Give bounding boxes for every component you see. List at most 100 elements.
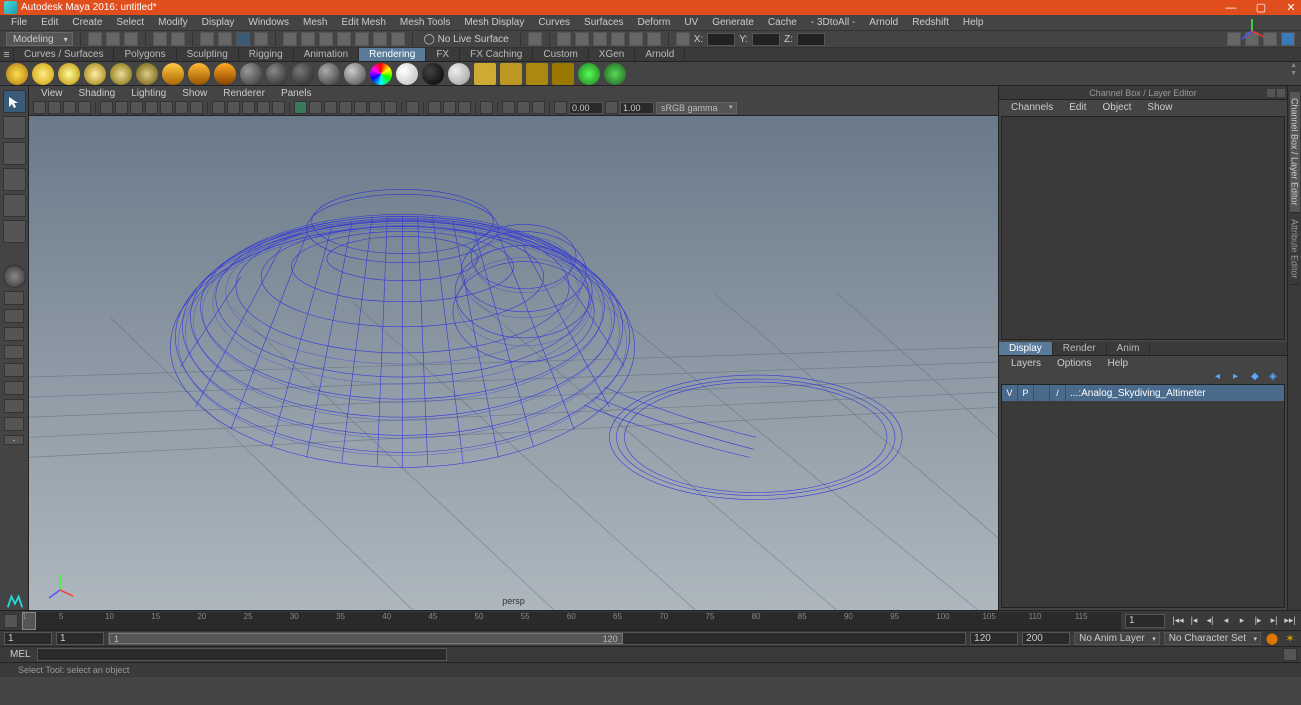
x-field[interactable] bbox=[707, 33, 735, 46]
menu-uv[interactable]: UV bbox=[677, 17, 705, 28]
prefs-icon[interactable]: ✶ bbox=[1283, 632, 1297, 646]
render-view-icon[interactable] bbox=[629, 32, 643, 46]
menu-edit-mesh[interactable]: Edit Mesh bbox=[334, 17, 392, 28]
menu-file[interactable]: File bbox=[4, 17, 34, 28]
shelf-tab-animation[interactable]: Animation bbox=[294, 48, 359, 61]
panel-dock-icon[interactable] bbox=[1267, 89, 1275, 97]
maximize-button[interactable]: ▢ bbox=[1255, 2, 1267, 14]
vp-joint-icon[interactable] bbox=[339, 101, 352, 114]
layer-name[interactable]: ...:Analog_Skydiving_Altimeter bbox=[1066, 388, 1284, 399]
rotate-tool[interactable] bbox=[3, 194, 26, 217]
menu-curves[interactable]: Curves bbox=[531, 17, 577, 28]
go-end-button[interactable]: ▸▸| bbox=[1283, 614, 1297, 628]
layer-menu-options[interactable]: Options bbox=[1049, 358, 1099, 369]
save-scene-icon[interactable] bbox=[124, 32, 138, 46]
menu--3dtoall-[interactable]: - 3DtoAll - bbox=[804, 17, 862, 28]
last-tool[interactable] bbox=[3, 265, 26, 288]
layer-menu-layers[interactable]: Layers bbox=[1003, 358, 1049, 369]
range-thumb[interactable]: 1 120 bbox=[109, 633, 623, 644]
shader-phong-icon[interactable] bbox=[318, 63, 340, 85]
layout-two-h-icon[interactable] bbox=[4, 327, 24, 341]
render-3-icon[interactable] bbox=[214, 63, 236, 85]
shelf-scroll[interactable]: ▲▼ bbox=[1290, 62, 1297, 78]
vp-menu-shading[interactable]: Shading bbox=[71, 88, 124, 99]
ambient-light-icon[interactable] bbox=[6, 63, 28, 85]
layer-menu-help[interactable]: Help bbox=[1099, 358, 1136, 369]
shelf-tab-arnold[interactable]: Arnold bbox=[635, 48, 685, 61]
sidebar-toggle-4-icon[interactable] bbox=[1281, 32, 1295, 46]
step-forward-key-button[interactable]: ▸| bbox=[1267, 614, 1281, 628]
vp-gamma-field[interactable] bbox=[620, 102, 654, 114]
menu-select[interactable]: Select bbox=[109, 17, 151, 28]
vp-isolate-icon[interactable] bbox=[294, 101, 307, 114]
layer-tab-render[interactable]: Render bbox=[1053, 342, 1107, 355]
scale-tool[interactable] bbox=[3, 220, 26, 243]
layout-three-icon[interactable] bbox=[4, 363, 24, 377]
layer-tab-anim[interactable]: Anim bbox=[1107, 342, 1151, 355]
vp-exposure-field[interactable] bbox=[569, 102, 603, 114]
vp-textured-icon[interactable] bbox=[242, 101, 255, 114]
side-tab-channelbox[interactable]: Channel Box / Layer Editor bbox=[1290, 92, 1300, 213]
spot-light-icon[interactable] bbox=[84, 63, 106, 85]
render-1-icon[interactable] bbox=[162, 63, 184, 85]
undo-icon[interactable] bbox=[153, 32, 167, 46]
vp-aa-icon[interactable] bbox=[384, 101, 397, 114]
vp-grid-icon[interactable] bbox=[130, 101, 143, 114]
viewport-3d[interactable]: persp bbox=[29, 116, 998, 610]
batch-render-icon[interactable] bbox=[474, 63, 496, 85]
vp-colorspace-dropdown[interactable]: sRGB gamma bbox=[656, 102, 737, 114]
menu-cache[interactable]: Cache bbox=[761, 17, 804, 28]
shader-gray-icon[interactable] bbox=[448, 63, 470, 85]
vp-menu-lighting[interactable]: Lighting bbox=[123, 88, 174, 99]
layout-single-icon[interactable] bbox=[4, 291, 24, 305]
vp-cam-icon[interactable] bbox=[443, 101, 456, 114]
vp-film-gate-icon[interactable] bbox=[145, 101, 158, 114]
menu-windows[interactable]: Windows bbox=[241, 17, 296, 28]
shader-ramp-icon[interactable] bbox=[370, 63, 392, 85]
layer-list[interactable]: V P / ...:Analog_Skydiving_Altimeter bbox=[1001, 384, 1285, 608]
menu-deform[interactable]: Deform bbox=[631, 17, 678, 28]
anim-layer-dropdown[interactable]: No Anim Layer bbox=[1074, 632, 1160, 645]
volume-light-icon[interactable] bbox=[136, 63, 158, 85]
channel-menu-edit[interactable]: Edit bbox=[1061, 102, 1094, 113]
range-start-outer[interactable]: 1 bbox=[4, 632, 52, 645]
timeline-audio-icon[interactable] bbox=[4, 614, 18, 628]
menu-display[interactable]: Display bbox=[195, 17, 242, 28]
range-start-inner[interactable]: 1 bbox=[56, 632, 104, 645]
layer-type-cell[interactable] bbox=[1034, 385, 1050, 401]
shader-black-icon[interactable] bbox=[422, 63, 444, 85]
vp-menu-view[interactable]: View bbox=[33, 88, 71, 99]
layer-row[interactable]: V P / ...:Analog_Skydiving_Altimeter bbox=[1002, 385, 1284, 401]
shelf-tab-fx[interactable]: FX bbox=[426, 48, 460, 61]
vp-lights-icon[interactable] bbox=[257, 101, 270, 114]
vp-2d-pan-icon[interactable] bbox=[100, 101, 113, 114]
layout-minus-icon[interactable]: - bbox=[4, 435, 24, 445]
shader-blinn-icon[interactable] bbox=[266, 63, 288, 85]
vp-render-icon[interactable] bbox=[480, 101, 493, 114]
vp-res-gate-icon[interactable] bbox=[160, 101, 173, 114]
vp-menu-show[interactable]: Show bbox=[174, 88, 215, 99]
menu-surfaces[interactable]: Surfaces bbox=[577, 17, 630, 28]
vp-field-chart-icon[interactable] bbox=[190, 101, 203, 114]
show-batch-icon[interactable] bbox=[526, 63, 548, 85]
side-tab-attribute[interactable]: Attribute Editor bbox=[1290, 213, 1300, 286]
paint-select-icon[interactable] bbox=[236, 32, 250, 46]
snap-grid-icon[interactable] bbox=[283, 32, 297, 46]
select-mode-icon[interactable] bbox=[200, 32, 214, 46]
select-by-type-icon[interactable] bbox=[254, 32, 268, 46]
range-end-outer[interactable]: 200 bbox=[1022, 632, 1070, 645]
menu-generate[interactable]: Generate bbox=[705, 17, 761, 28]
channel-box-body[interactable] bbox=[1001, 116, 1285, 340]
viewcube-icon[interactable] bbox=[1237, 16, 1267, 46]
hypershade-icon[interactable] bbox=[611, 32, 625, 46]
render-frame-icon[interactable] bbox=[557, 32, 571, 46]
shelf-tab-curves-surfaces[interactable]: Curves / Surfaces bbox=[14, 48, 114, 61]
step-back-key-button[interactable]: |◂ bbox=[1187, 614, 1201, 628]
command-lang-label[interactable]: MEL bbox=[4, 649, 37, 660]
target-icon[interactable] bbox=[578, 63, 600, 85]
vp-snapshot-a-icon[interactable] bbox=[502, 101, 515, 114]
vp-menu-renderer[interactable]: Renderer bbox=[215, 88, 273, 99]
lasso-tool[interactable] bbox=[3, 116, 26, 139]
point-light-icon[interactable] bbox=[58, 63, 80, 85]
vp-shaded-icon[interactable] bbox=[227, 101, 240, 114]
